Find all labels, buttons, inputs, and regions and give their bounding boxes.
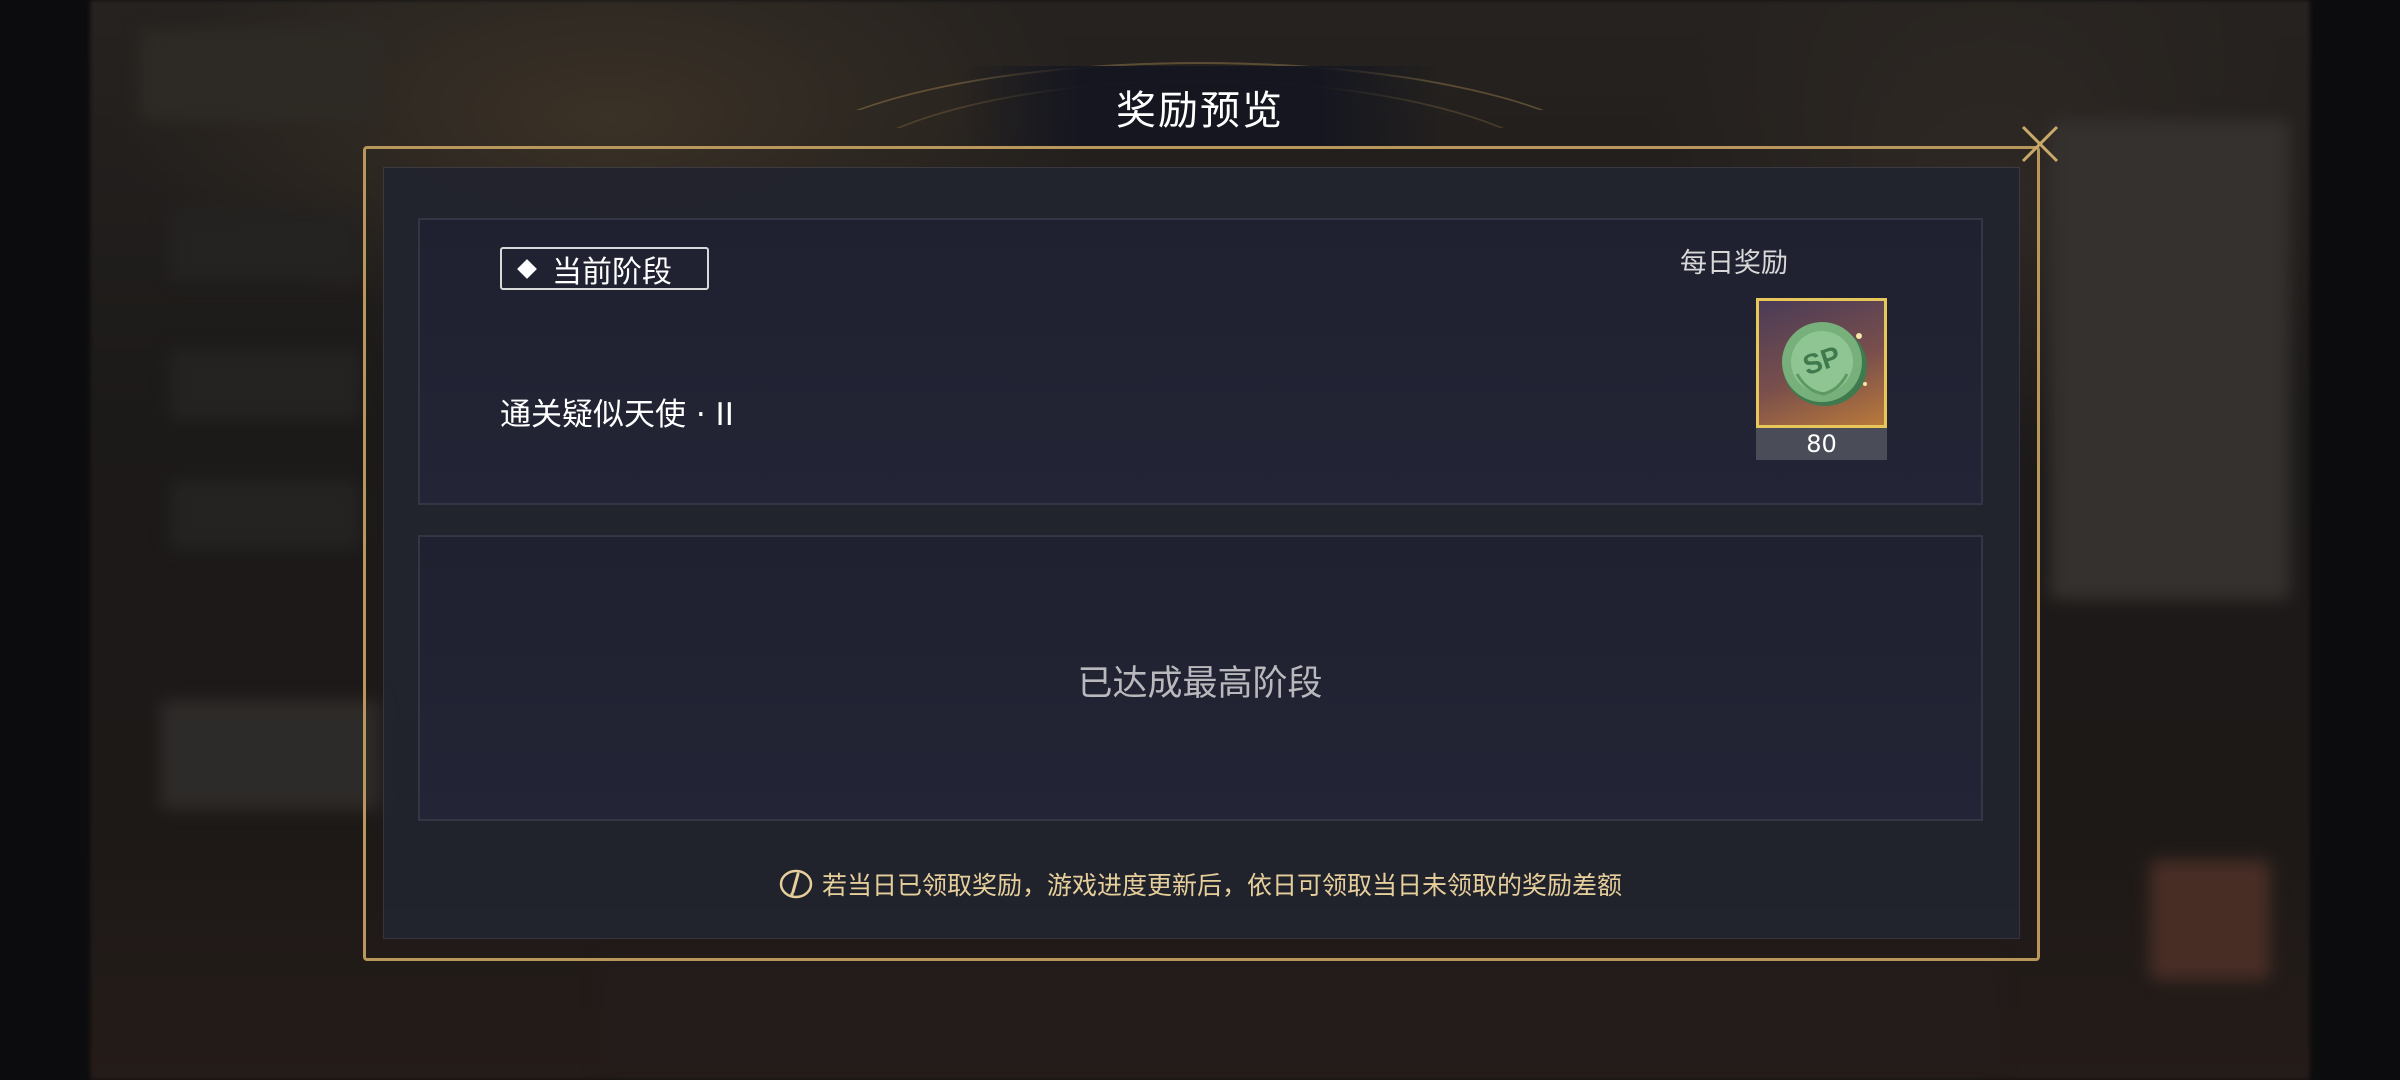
daily-reward-label: 每日奖励 <box>1680 248 1788 279</box>
stage-condition: 通关疑似天使 · II <box>500 397 734 433</box>
screen: 奖励预览 当前阶段 通关疑似天使 · II 每日奖励 SP 80 已达成最高阶段… <box>0 0 2400 1080</box>
info-icon <box>779 869 813 899</box>
reward-count: 80 <box>1756 428 1887 460</box>
current-stage-tag: 当前阶段 <box>500 247 709 290</box>
current-stage-label: 当前阶段 <box>552 254 672 290</box>
max-stage-message: 已达成最高阶段 <box>1077 664 1323 704</box>
reward-icon-frame: SP <box>1756 298 1887 428</box>
reward-item[interactable]: SP 80 <box>1756 298 1887 462</box>
sp-coin-icon: SP <box>1781 322 1867 406</box>
close-icon <box>2021 125 2059 163</box>
close-button[interactable] <box>2016 120 2064 168</box>
notice-text: 若当日已领取奖励，游戏进度更新后，依日可领取当日未领取的奖励差额 <box>821 871 1622 900</box>
diamond-icon <box>517 258 537 279</box>
notice-row: 若当日已领取奖励，游戏进度更新后，依日可领取当日未领取的奖励差额 <box>0 866 2400 902</box>
